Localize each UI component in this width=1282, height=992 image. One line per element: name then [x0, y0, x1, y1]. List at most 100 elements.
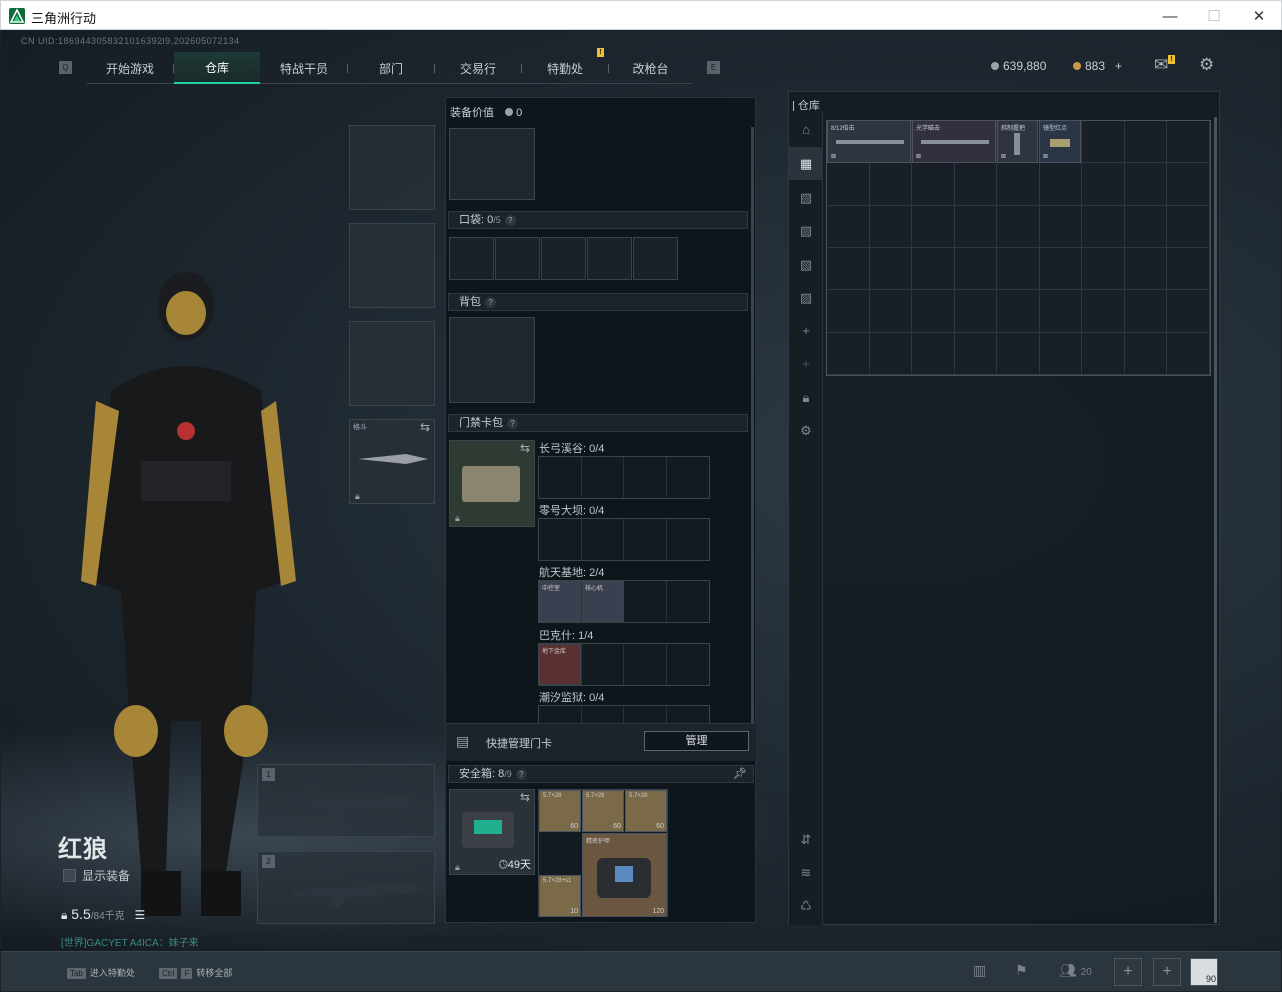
map-keycard-grid[interactable] — [538, 518, 710, 561]
settings-gear-icon[interactable]: ⚙ — [789, 414, 823, 447]
close-button[interactable]: ✕ — [1236, 3, 1282, 29]
warehouse-cell[interactable] — [1082, 121, 1125, 164]
warehouse-cell[interactable] — [912, 205, 955, 248]
armor-slot[interactable] — [349, 223, 435, 308]
warehouse-tab-1-icon[interactable]: ▧ — [789, 181, 823, 214]
armor-item[interactable]: 精密护甲 120 — [582, 833, 667, 917]
invite-slot-button[interactable]: + — [1114, 958, 1142, 986]
backpack-slot[interactable] — [449, 317, 535, 403]
equipment-scrollbar[interactable] — [751, 127, 754, 747]
warehouse-cell[interactable] — [1039, 332, 1083, 375]
settings-gear-icon[interactable]: ⚙ — [1199, 55, 1214, 75]
ammo-item[interactable]: 5.7×28 60 — [539, 790, 581, 832]
add-tab-icon[interactable]: + — [789, 347, 823, 380]
swap-icon[interactable]: ⇆ — [520, 790, 530, 804]
add-currency-button[interactable]: + — [1115, 59, 1122, 73]
invite-slot-button[interactable]: + — [1153, 958, 1181, 986]
warehouse-cell[interactable] — [1124, 247, 1168, 291]
warehouse-cell[interactable] — [1124, 332, 1168, 375]
swap-icon[interactable]: ⇆ — [520, 441, 530, 455]
warehouse-cell[interactable] — [997, 332, 1040, 375]
warehouse-cell[interactable] — [1039, 290, 1083, 333]
weapon-slot-1[interactable]: 1 — [257, 764, 435, 837]
warehouse-cell[interactable] — [954, 247, 998, 291]
warehouse-cell[interactable] — [1124, 290, 1168, 333]
keycard-item[interactable]: 核心机 — [582, 581, 624, 622]
show-equipment-checkbox[interactable] — [63, 869, 76, 882]
tab-special-ops[interactable]: 特勤处 — [522, 52, 608, 84]
help-icon[interactable]: ? — [504, 215, 516, 226]
stats-icon[interactable]: ▥ — [973, 962, 986, 979]
melee-slot[interactable]: 格斗 ⇆ 🔒︎ — [349, 419, 435, 504]
warehouse-cell[interactable] — [1167, 332, 1210, 375]
warehouse-cell[interactable] — [827, 205, 870, 248]
warehouse-cell[interactable] — [827, 290, 870, 333]
warehouse-cell[interactable] — [1124, 205, 1168, 248]
warehouse-cell[interactable] — [827, 247, 870, 291]
tab-trading[interactable]: 交易行 — [435, 52, 521, 84]
tab-department[interactable]: 部门 — [348, 52, 434, 84]
layers-icon[interactable]: ≋ — [789, 856, 823, 889]
warehouse-cell[interactable] — [869, 332, 913, 375]
minimize-button[interactable]: — — [1147, 3, 1193, 29]
warehouse-cell[interactable] — [1167, 163, 1210, 206]
ammo-item[interactable]: 5.7×28+s1 10 — [539, 875, 581, 917]
mail-icon[interactable]: ✉ — [1154, 55, 1168, 75]
warehouse-cell[interactable] — [1082, 332, 1125, 375]
warehouse-cell[interactable] — [912, 163, 955, 206]
tab-warehouse[interactable]: 仓库 — [174, 52, 260, 84]
warehouse-item[interactable]: 斜制握把 ⊠ — [997, 120, 1038, 163]
pocket-slot[interactable] — [587, 237, 632, 280]
ammo-item[interactable]: 5.7×28 60 — [582, 790, 624, 832]
warehouse-scrollbar[interactable] — [1214, 117, 1217, 923]
keycard-case-slot[interactable]: ⇆ 🔒︎ — [449, 440, 535, 527]
keycard-item[interactable]: 地下金库 — [539, 644, 581, 685]
pocket-slot[interactable] — [541, 237, 586, 280]
pin-icon[interactable]: 📌︎ — [733, 766, 747, 782]
warehouse-cell[interactable] — [997, 290, 1040, 333]
tab-start-game[interactable]: 开始游戏 — [87, 52, 173, 84]
warehouse-item[interactable]: 8/12倍击 ⊠ — [827, 120, 911, 163]
add-tab-icon[interactable]: + — [789, 314, 823, 347]
list-icon[interactable]: ☰ — [135, 908, 146, 922]
swap-icon[interactable]: ⇆ — [420, 420, 430, 434]
pocket-slot[interactable] — [633, 237, 678, 280]
warehouse-cell[interactable] — [827, 332, 870, 375]
map-keycard-grid[interactable] — [538, 456, 710, 499]
transfer-all-hint[interactable]: Ctrl F 转移全部 — [159, 966, 232, 979]
player-avatar[interactable]: 90 — [1190, 958, 1218, 986]
weapon-slot-2[interactable]: 2 — [257, 851, 435, 924]
ammo-item[interactable]: 5.7×28 60 — [625, 790, 667, 832]
warehouse-tab-all-icon[interactable]: ▦ — [789, 147, 823, 180]
warehouse-cell[interactable] — [912, 247, 955, 291]
warehouse-cell[interactable] — [1167, 290, 1210, 333]
warehouse-cell[interactable] — [1039, 247, 1083, 291]
warehouse-cell[interactable] — [1124, 163, 1168, 206]
warehouse-cell[interactable] — [1082, 247, 1125, 291]
help-icon[interactable]: ? — [485, 297, 496, 308]
pistol-slot[interactable] — [349, 321, 435, 406]
tab-operators[interactable]: 特战干员 — [261, 52, 347, 84]
nav-next-key[interactable]: E — [707, 61, 720, 74]
warehouse-cell[interactable] — [997, 205, 1040, 248]
recycle-icon[interactable]: ♺ — [789, 889, 823, 922]
warehouse-cell[interactable] — [1167, 247, 1210, 291]
warehouse-cell[interactable] — [954, 332, 998, 375]
warehouse-cell[interactable] — [1082, 290, 1125, 333]
flag-icon[interactable]: ⚑ — [1015, 962, 1028, 979]
helmet-slot[interactable] — [349, 125, 435, 210]
warehouse-cell[interactable] — [997, 247, 1040, 291]
warehouse-cell[interactable] — [869, 163, 913, 206]
warehouse-home-icon[interactable]: ⌂ — [789, 113, 823, 146]
manage-button[interactable]: 管理 — [644, 731, 749, 751]
warehouse-cell[interactable] — [997, 163, 1040, 206]
help-icon[interactable]: ? — [507, 418, 518, 429]
warehouse-cell[interactable] — [1167, 205, 1210, 248]
warehouse-tab-2-icon[interactable]: ▧ — [789, 214, 823, 247]
safebox-slot[interactable]: ⇆ 🔒︎ 🕓︎49天 — [449, 789, 535, 875]
maximize-button[interactable]: ☐ — [1191, 3, 1237, 29]
warehouse-cell[interactable] — [869, 247, 913, 291]
warehouse-cell[interactable] — [912, 290, 955, 333]
warehouse-cell[interactable] — [1124, 121, 1168, 164]
warehouse-item[interactable]: 镜型红点 ⊠ — [1039, 120, 1081, 163]
